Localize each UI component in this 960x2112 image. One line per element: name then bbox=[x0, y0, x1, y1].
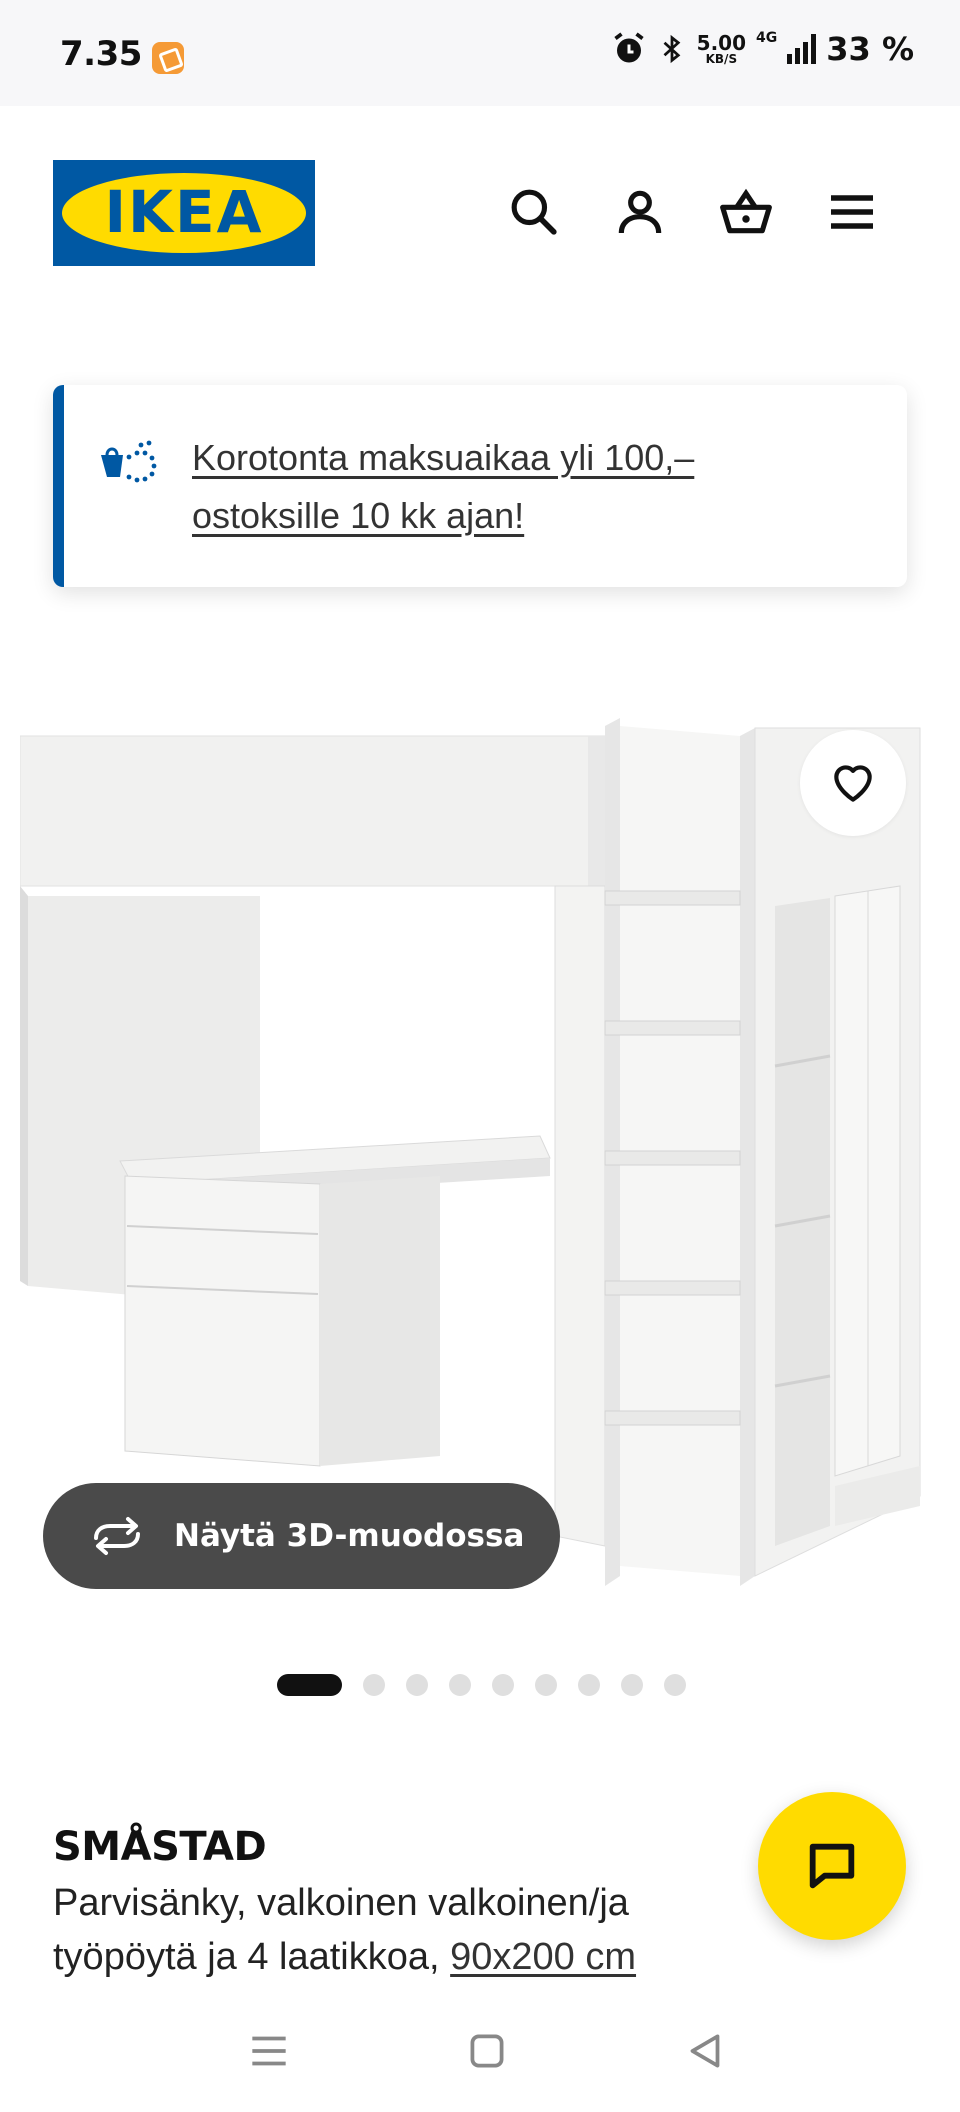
bluetooth-icon bbox=[663, 34, 681, 64]
product-description: Parvisänky, valkoinen valkoinen/ja työpö… bbox=[53, 1876, 753, 1984]
site-header: IKEA bbox=[0, 106, 960, 320]
carousel-dot[interactable] bbox=[664, 1674, 686, 1696]
back-icon[interactable] bbox=[680, 2026, 730, 2076]
view-3d-label: Näytä 3D-muodossa bbox=[174, 1518, 525, 1554]
status-icons: 5.00 KB/S 4G 33 % bbox=[611, 30, 914, 68]
alarm-icon bbox=[614, 32, 644, 63]
carousel-dot[interactable] bbox=[363, 1674, 385, 1696]
menu-icon[interactable] bbox=[824, 184, 880, 240]
product-name: SMÅSTAD bbox=[53, 1824, 267, 1870]
product-size-link[interactable]: 90x200 cm bbox=[450, 1936, 636, 1978]
network-type: 4G bbox=[756, 30, 778, 46]
carousel-dot[interactable] bbox=[535, 1674, 557, 1696]
chat-icon bbox=[809, 1843, 855, 1889]
ikea-logo[interactable]: IKEA bbox=[53, 160, 315, 266]
account-icon[interactable] bbox=[612, 184, 668, 240]
net-speed: 5.00 KB/S bbox=[697, 33, 746, 65]
carousel-dot[interactable] bbox=[578, 1674, 600, 1696]
image-carousel-dots bbox=[277, 1674, 686, 1696]
rotate-3d-icon bbox=[94, 1517, 140, 1555]
heart-icon bbox=[834, 765, 872, 802]
carousel-dot[interactable] bbox=[449, 1674, 471, 1696]
system-nav-bar bbox=[0, 1990, 960, 2112]
view-3d-button[interactable]: Näytä 3D-muodossa bbox=[43, 1483, 560, 1589]
search-icon[interactable] bbox=[506, 184, 562, 240]
carousel-dot[interactable] bbox=[492, 1674, 514, 1696]
net-speed-unit: KB/S bbox=[705, 52, 738, 66]
carousel-dot[interactable] bbox=[277, 1674, 342, 1696]
net-speed-value: 5.00 bbox=[696, 31, 747, 55]
notification-app-icon bbox=[152, 42, 184, 74]
chat-button[interactable] bbox=[758, 1792, 906, 1940]
home-icon[interactable] bbox=[462, 2026, 512, 2076]
carousel-dot[interactable] bbox=[621, 1674, 643, 1696]
battery-level: 33 % bbox=[826, 30, 914, 68]
cart-icon[interactable] bbox=[718, 184, 774, 240]
favorite-button[interactable] bbox=[800, 730, 906, 836]
logo-text: IKEA bbox=[104, 178, 264, 246]
recent-apps-icon[interactable] bbox=[244, 2026, 294, 2076]
signal-icon bbox=[787, 34, 817, 64]
status-time: 7.35 bbox=[60, 34, 142, 74]
payment-bag-icon bbox=[101, 440, 157, 483]
promo-banner[interactable]: Korotonta maksuaikaa yli 100,– ostoksill… bbox=[53, 385, 907, 587]
promo-link[interactable]: Korotonta maksuaikaa yli 100,– ostoksill… bbox=[192, 429, 832, 545]
status-bar: 7.35 5.00 KB/S 4G 33 % bbox=[0, 0, 960, 106]
carousel-dot[interactable] bbox=[406, 1674, 428, 1696]
promo-accent-bar bbox=[53, 385, 64, 587]
